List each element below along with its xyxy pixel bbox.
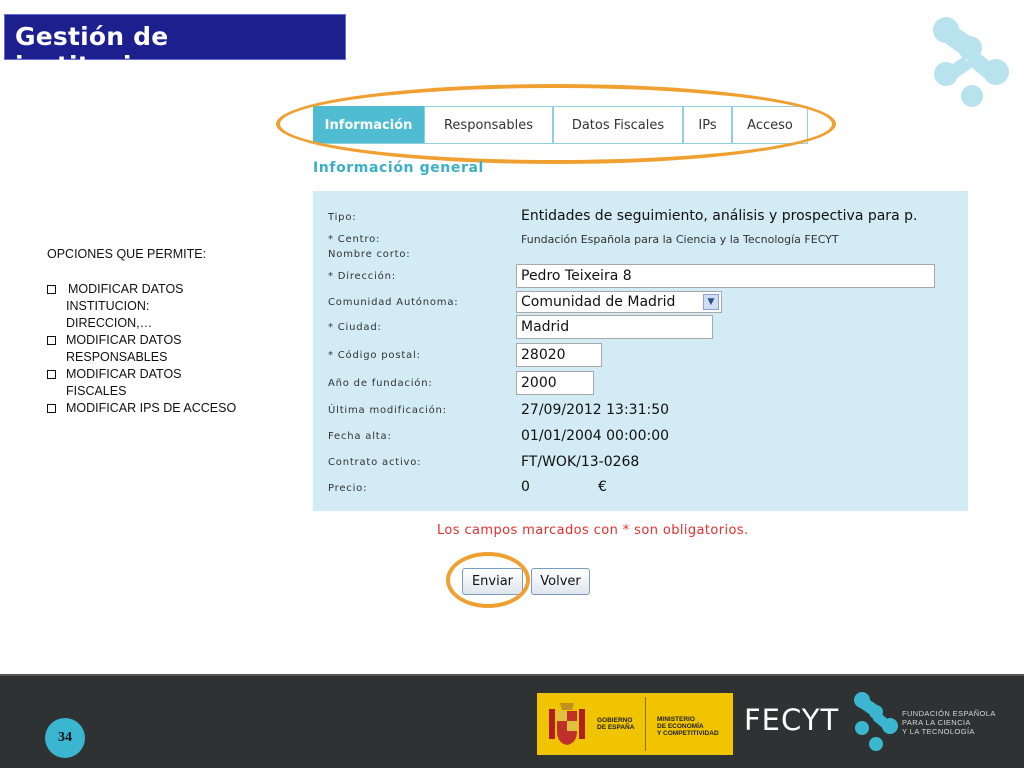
option-item: MODIFICAR DATOS FISCALES: [47, 366, 287, 400]
gobierno-line: GOBIERNO: [597, 717, 633, 724]
label-nombre-corto: Nombre corto:: [328, 249, 411, 260]
label-direccion: * Dirección:: [328, 271, 396, 282]
ministerio-text: MINISTERIO DE ECONOMÍA Y COMPETITIVIDAD: [657, 716, 719, 737]
value-contrato-activo: FT/WOK/13-0268: [521, 454, 640, 470]
fecyt-logo-text: FECYT: [744, 703, 840, 737]
coat-of-arms-icon: [549, 703, 585, 745]
fecyt-subtitle-line: FUNDACIÓN ESPAÑOLA: [902, 709, 996, 718]
label-ciudad: * Ciudad:: [328, 322, 382, 333]
gobierno-text: GOBIERNO DE ESPAÑA: [597, 717, 634, 731]
checkbox-bullet-icon: [47, 404, 56, 413]
comunidad-select[interactable]: Comunidad de Madrid ▼: [516, 291, 722, 313]
option-line: DIRECCION,…: [66, 316, 153, 330]
value-tipo: Entidades de seguimiento, análisis y pro…: [521, 208, 918, 224]
page-number-badge: 34: [45, 718, 85, 758]
fecyt-subtitle-line: PARA LA CIENCIA: [902, 718, 971, 727]
ciudad-input[interactable]: Madrid: [516, 315, 713, 339]
slide-title-box: Gestión de instituciones: [4, 14, 346, 80]
gobierno-separator: [645, 697, 646, 751]
gobierno-line: DE ESPAÑA: [597, 724, 635, 731]
ministerio-line: MINISTERIO: [657, 716, 695, 723]
direccion-input[interactable]: Pedro Teixeira 8: [516, 264, 935, 288]
option-line: MODIFICAR IPS DE ACCESO: [66, 401, 237, 415]
value-fecha-alta: 01/01/2004 00:00:00: [521, 428, 670, 444]
required-fields-note: Los campos marcados con * son obligatori…: [437, 523, 749, 538]
option-item: MODIFICAR DATOS RESPONSABLES: [47, 332, 287, 366]
comunidad-selected-value: Comunidad de Madrid: [521, 294, 676, 310]
ministerio-line: Y COMPETITIVIDAD: [657, 730, 719, 737]
label-tipo: Tipo:: [328, 212, 357, 223]
value-precio: 0: [521, 479, 530, 495]
checkbox-bullet-icon: [47, 336, 56, 345]
fecyt-molecule-icon: [933, 17, 1009, 107]
option-item: MODIFICAR IPS DE ACCESO: [47, 400, 287, 417]
checkbox-bullet-icon: [47, 370, 56, 379]
tabs-highlight-oval: [276, 84, 836, 164]
label-precio: Precio:: [328, 483, 368, 494]
codigo-postal-input[interactable]: 28020: [516, 343, 602, 367]
label-comunidad: Comunidad Autónoma:: [328, 297, 459, 308]
slide-title: Gestión de instituciones: [15, 22, 200, 80]
option-line: MODIFICAR DATOS: [66, 367, 182, 381]
label-fecha-alta: Fecha alta:: [328, 431, 392, 442]
fecyt-logo-icon: [854, 692, 898, 751]
checkbox-bullet-icon: [47, 285, 56, 294]
option-line: MODIFICAR DATOS: [68, 282, 184, 296]
value-ultima-modificacion: 27/09/2012 13:31:50: [521, 402, 670, 418]
option-line: RESPONSABLES: [66, 350, 168, 364]
fecyt-subtitle-line: Y LA TECNOLOGÍA: [902, 727, 975, 736]
label-ultima-modificacion: Última modificación:: [328, 405, 447, 416]
value-centro: Fundación Española para la Ciencia y la …: [521, 233, 839, 246]
fecyt-subtitle: FUNDACIÓN ESPAÑOLA PARA LA CIENCIA Y LA …: [902, 709, 996, 736]
volver-button[interactable]: Volver: [531, 568, 590, 595]
section-title: Información general: [313, 160, 484, 176]
chevron-down-icon[interactable]: ▼: [703, 294, 719, 310]
enviar-highlight-oval: [446, 552, 530, 608]
option-item: MODIFICAR DATOS INSTITUCION: DIRECCION,…: [47, 281, 287, 332]
label-anio-fundacion: Año de fundación:: [328, 378, 433, 389]
currency-symbol: €: [598, 479, 607, 495]
ministerio-line: DE ECONOMÍA: [657, 723, 704, 730]
options-heading: OPCIONES QUE PERMITE:: [47, 247, 207, 261]
options-list: OPCIONES QUE PERMITE: MODIFICAR DATOS IN…: [47, 246, 287, 417]
label-centro: * Centro:: [328, 234, 381, 245]
label-contrato-activo: Contrato activo:: [328, 457, 422, 468]
label-codigo-postal: * Código postal:: [328, 350, 421, 361]
option-line: MODIFICAR DATOS: [66, 333, 182, 347]
anio-fundacion-input[interactable]: 2000: [516, 371, 594, 395]
option-line: FISCALES: [66, 384, 127, 398]
option-line: INSTITUCION:: [66, 299, 150, 313]
